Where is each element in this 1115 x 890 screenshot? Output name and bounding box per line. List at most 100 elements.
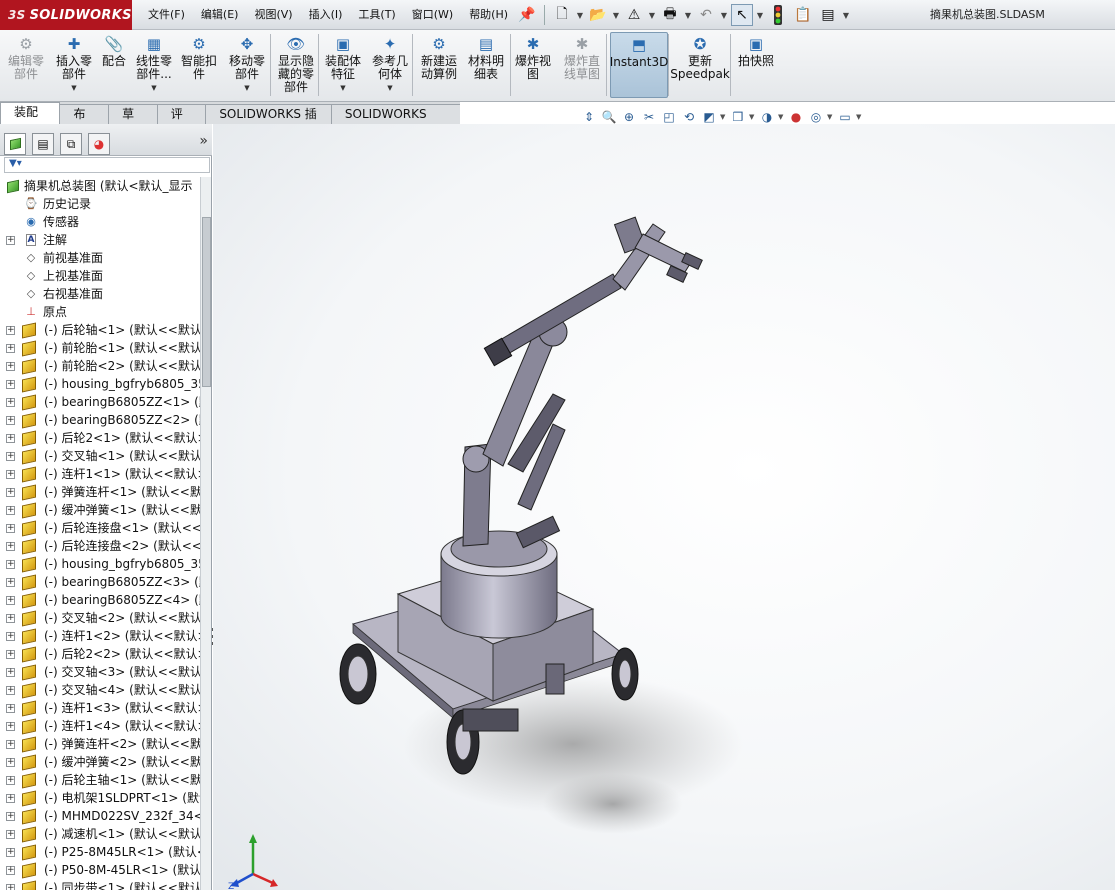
take-snapshot-button[interactable]: ▣ 拍快照 <box>734 32 778 98</box>
move-component-button[interactable]: ✥ 移动零 部件 ▼ <box>224 32 270 98</box>
new-document-icon[interactable]: 🗋 <box>551 4 573 26</box>
chevron-down-icon[interactable]: ▼ <box>778 113 785 121</box>
tree-item-sensors[interactable]: ◉ 传感器 <box>0 213 200 231</box>
display-manager-tab[interactable]: ◕ <box>88 133 110 155</box>
expand-toggle-icon[interactable]: + <box>6 434 15 443</box>
expand-toggle-icon[interactable]: + <box>6 380 15 389</box>
tree-item-component[interactable]: + (-) P50-8M-45LR<1> (默认< <box>0 861 200 879</box>
expand-toggle-icon[interactable]: + <box>6 542 15 551</box>
traffic-light-icon[interactable] <box>767 4 789 26</box>
chevron-down-icon[interactable]: ▼ <box>842 11 850 20</box>
chevron-down-icon[interactable]: ▼ <box>387 82 392 95</box>
display-style-icon[interactable]: ◩ <box>700 108 718 126</box>
tree-item-component[interactable]: + (-) 连杆1<1> (默认<<默认> <box>0 465 200 483</box>
expand-toggle-icon[interactable]: + <box>6 524 15 533</box>
chevron-down-icon[interactable]: ▼ <box>827 113 834 121</box>
expand-toggle-icon[interactable]: + <box>6 794 15 803</box>
tree-item-component[interactable]: + (-) bearingB6805ZZ<4> (默 <box>0 591 200 609</box>
chevron-down-icon[interactable]: ▼ <box>576 11 584 20</box>
tab-mbd[interactable]: SOLIDWORKS MBD <box>330 104 461 140</box>
edit-component-button[interactable]: ⚙ 编辑零 部件 <box>4 32 48 98</box>
tree-item-component[interactable]: + (-) 连杆1<3> (默认<<默认> <box>0 699 200 717</box>
tree-item-component[interactable]: + (-) 前轮胎<2> (默认<<默认 <box>0 357 200 375</box>
previous-view-icon[interactable]: ⊕ <box>620 108 638 126</box>
section-view-icon[interactable]: ✂ <box>640 108 658 126</box>
chevron-down-icon[interactable]: ▼ <box>648 11 656 20</box>
chevron-down-icon[interactable]: ▼ <box>151 82 156 95</box>
expand-toggle-icon[interactable]: + <box>6 704 15 713</box>
show-hidden-components-button[interactable]: 👁 显示隐 藏的零 部件 <box>274 32 318 98</box>
mate-button[interactable]: 📎 配合 <box>100 32 128 98</box>
options-icon[interactable]: ▤ <box>817 4 839 26</box>
chevron-down-icon[interactable]: ▼ <box>612 11 620 20</box>
expand-toggle-icon[interactable]: + <box>6 812 15 821</box>
chevron-down-icon[interactable]: ▼ <box>749 113 756 121</box>
tree-scrollbar[interactable] <box>200 177 211 890</box>
tree-item-component[interactable]: + (-) 连杆1<4> (默认<<默认> <box>0 717 200 735</box>
tab-evaluate[interactable]: 评估 <box>156 104 207 140</box>
expand-toggle-icon[interactable]: + <box>6 596 15 605</box>
pin-icon[interactable]: 📌 <box>516 4 538 26</box>
tree-item-component[interactable]: + (-) 交叉轴<1> (默认<<默认 <box>0 447 200 465</box>
instant3d-button[interactable]: ⬒ Instant3D <box>610 32 668 98</box>
expand-toggle-icon[interactable]: + <box>6 470 15 479</box>
tree-item-component[interactable]: + (-) P25-8M45LR<1> (默认< <box>0 843 200 861</box>
open-folder-icon[interactable]: 📂 <box>587 4 609 26</box>
chevron-down-icon[interactable]: ▼ <box>684 11 692 20</box>
expand-toggle-icon[interactable]: + <box>6 236 15 245</box>
view-settings-icon[interactable]: ◎ <box>807 108 825 126</box>
tree-item-component[interactable]: + (-) bearingB6805ZZ<3> (默 <box>0 573 200 591</box>
file-properties-icon[interactable]: 📋 <box>792 4 814 26</box>
exploded-view-button[interactable]: ✱ 爆炸视 图 <box>512 32 554 98</box>
graphics-area[interactable]: ⇕ 🔍 ⊕ ✂ ◰ ⟲ ◩ ▼ ❒ ▼ ◑ ▼ ● ◎ ▼ ▭ ▼ Z <box>213 110 1115 890</box>
tree-item-top-plane[interactable]: ◇ 上视基准面 <box>0 267 200 285</box>
expand-toggle-icon[interactable]: + <box>6 344 15 353</box>
tree-item-front-plane[interactable]: ◇ 前视基准面 <box>0 249 200 267</box>
rebuild-warning-icon[interactable]: ⚠ <box>623 4 645 26</box>
expand-toggle-icon[interactable]: + <box>6 722 15 731</box>
chevron-down-icon[interactable]: ▼ <box>340 82 345 95</box>
tree-item-component[interactable]: + (-) 交叉轴<2> (默认<<默认 <box>0 609 200 627</box>
expand-toggle-icon[interactable]: + <box>6 398 15 407</box>
update-speedpak-button[interactable]: ✪ 更新 Speedpak <box>670 32 730 98</box>
tree-item-history[interactable]: ⌚ 历史记录 <box>0 195 200 213</box>
new-motion-study-button[interactable]: ⚙ 新建运 动算例 <box>416 32 462 98</box>
assembly-features-button[interactable]: ▣ 装配体 特征 ▼ <box>322 32 364 98</box>
tree-item-component[interactable]: + (-) 前轮胎<1> (默认<<默认 <box>0 339 200 357</box>
menu-window[interactable]: 窗口(W) <box>404 0 461 30</box>
expand-toggle-icon[interactable]: + <box>6 488 15 497</box>
tab-addins[interactable]: SOLIDWORKS 插件 <box>205 104 332 140</box>
robot-assembly-model[interactable] <box>313 204 833 844</box>
tree-item-component[interactable]: + (-) housing_bgfryb6805_35 <box>0 375 200 393</box>
expand-toggle-icon[interactable]: + <box>6 866 15 875</box>
expand-pane-icon[interactable]: » <box>199 133 208 149</box>
expand-toggle-icon[interactable]: + <box>6 848 15 857</box>
expand-toggle-icon[interactable]: + <box>6 506 15 515</box>
tree-item-component[interactable]: + (-) 缓冲弹簧<2> (默认<<默 <box>0 753 200 771</box>
undo-icon[interactable]: ↶ <box>695 4 717 26</box>
chevron-down-icon[interactable]: ▼ <box>756 11 764 20</box>
expand-toggle-icon[interactable]: + <box>6 452 15 461</box>
expand-toggle-icon[interactable]: + <box>6 740 15 749</box>
zoom-to-area-icon[interactable]: 🔍 <box>600 108 618 126</box>
tree-item-component[interactable]: + (-) 弹簧连杆<2> (默认<<默 <box>0 735 200 753</box>
expand-toggle-icon[interactable]: + <box>6 578 15 587</box>
tree-item-component[interactable]: + (-) 交叉轴<4> (默认<<默认 <box>0 681 200 699</box>
chevron-down-icon[interactable]: ▼ <box>856 113 863 121</box>
expand-toggle-icon[interactable]: + <box>6 632 15 641</box>
tab-sketch[interactable]: 草图 <box>108 104 158 140</box>
menu-edit[interactable]: 编辑(E) <box>193 0 247 30</box>
zoom-to-fit-icon[interactable]: ⇕ <box>580 108 598 126</box>
tree-root-assembly[interactable]: 摘果机总装图 (默认<默认_显示 <box>0 177 200 195</box>
tree-item-component[interactable]: + (-) MHMD022SV_232f_34< <box>0 807 200 825</box>
tree-filter[interactable]: ▼▾ <box>4 157 210 173</box>
expand-toggle-icon[interactable]: + <box>6 686 15 695</box>
solidworks-logo[interactable]: 3S SOLIDWORKS <box>0 0 132 30</box>
tree-item-component[interactable]: + (-) 缓冲弹簧<1> (默认<<默 <box>0 501 200 519</box>
tree-item-component[interactable]: + (-) 连杆1<2> (默认<<默认> <box>0 627 200 645</box>
dynamic-annotation-icon[interactable]: ◰ <box>660 108 678 126</box>
chevron-down-icon[interactable]: ▼ <box>720 11 728 20</box>
explode-line-sketch-button[interactable]: ✱ 爆炸直 线草图 <box>558 32 606 98</box>
tree-item-component[interactable]: + (-) bearingB6805ZZ<1> (默 <box>0 393 200 411</box>
tree-item-component[interactable]: + (-) housing_bgfryb6805_35 <box>0 555 200 573</box>
